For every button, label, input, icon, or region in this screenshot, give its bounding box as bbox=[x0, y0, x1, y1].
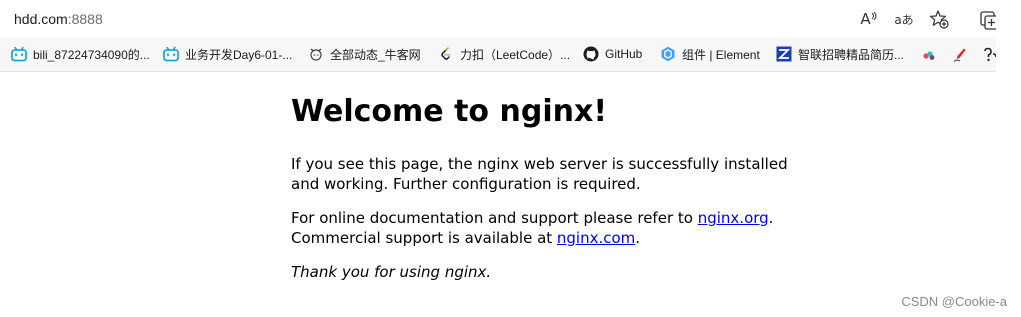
translate-glyph: aあ bbox=[894, 12, 914, 27]
nginx-org-link[interactable]: nginx.org bbox=[698, 209, 769, 227]
docs-period: . bbox=[768, 209, 774, 227]
colorful-app-icon[interactable] bbox=[921, 47, 937, 63]
nowcoder-icon bbox=[308, 46, 324, 62]
docs-paragraph: For online documentation and support ple… bbox=[291, 208, 811, 248]
zhaopin-icon bbox=[776, 46, 792, 62]
url-host: hdd.com bbox=[14, 11, 68, 27]
bookmark-label: 力扣（LeetCode）... bbox=[460, 47, 571, 62]
leetcode-icon bbox=[438, 46, 454, 62]
bookmark-label: 业务开发Day6-01-... bbox=[185, 47, 293, 62]
url-port: :8888 bbox=[67, 11, 103, 27]
bookmark-element[interactable]: 组件 | Element bbox=[660, 45, 760, 63]
page-heading: Welcome to nginx! bbox=[291, 94, 607, 129]
bookmark-leetcode[interactable]: 力扣（LeetCode）... bbox=[438, 45, 570, 63]
read-aloud-glyph: A bbox=[860, 10, 871, 28]
pen-app-icon[interactable] bbox=[951, 47, 967, 63]
bookmark-label: 智联招聘精品简历... bbox=[798, 47, 905, 62]
address-bar[interactable]: hdd.com:8888 A aあ bbox=[0, 0, 996, 38]
thanks-paragraph: Thank you for using nginx. bbox=[291, 263, 492, 281]
bookmark-label: GitHub bbox=[605, 47, 643, 61]
bookmark-nowcoder[interactable]: 全部动态_牛客网 bbox=[308, 45, 421, 63]
bookmark-github[interactable]: GitHub bbox=[583, 45, 642, 63]
nginx-welcome-page: Welcome to nginx! If you see this page, … bbox=[291, 92, 811, 281]
nginx-com-link[interactable]: nginx.com bbox=[557, 229, 635, 247]
intro-paragraph: If you see this page, the nginx web serv… bbox=[291, 155, 788, 193]
github-icon bbox=[583, 46, 599, 62]
cut-off-bookmark-icon[interactable] bbox=[982, 47, 996, 63]
bookmark-business-dev[interactable]: 业务开发Day6-01-... bbox=[163, 45, 292, 63]
translate-icon[interactable]: aあ bbox=[893, 9, 915, 29]
bookmarks-bar: bili_87224734090的... 业务开发Day6-01-... 全部动… bbox=[0, 38, 996, 72]
read-aloud-icon[interactable]: A bbox=[858, 9, 880, 29]
element-icon bbox=[660, 46, 676, 62]
bookmark-bili-user[interactable]: bili_87224734090的... bbox=[11, 45, 150, 63]
bilibili-icon bbox=[163, 46, 179, 62]
url-text[interactable]: hdd.com:8888 bbox=[14, 10, 103, 28]
bookmark-zhaopin[interactable]: 智联招聘精品简历... bbox=[776, 45, 904, 63]
watermark: CSDN @Cookie-a bbox=[901, 294, 1007, 309]
bookmark-label: bili_87224734090的... bbox=[33, 47, 150, 62]
commercial-period: . bbox=[635, 229, 641, 247]
bilibili-icon bbox=[11, 46, 27, 62]
commercial-text: Commercial support is available at bbox=[291, 229, 557, 247]
collections-icon[interactable] bbox=[978, 8, 996, 30]
bookmark-label: 组件 | Element bbox=[682, 47, 760, 62]
bookmark-label: 全部动态_牛客网 bbox=[330, 47, 421, 62]
docs-text: For online documentation and support ple… bbox=[291, 209, 698, 227]
favorite-add-icon[interactable] bbox=[928, 9, 950, 29]
